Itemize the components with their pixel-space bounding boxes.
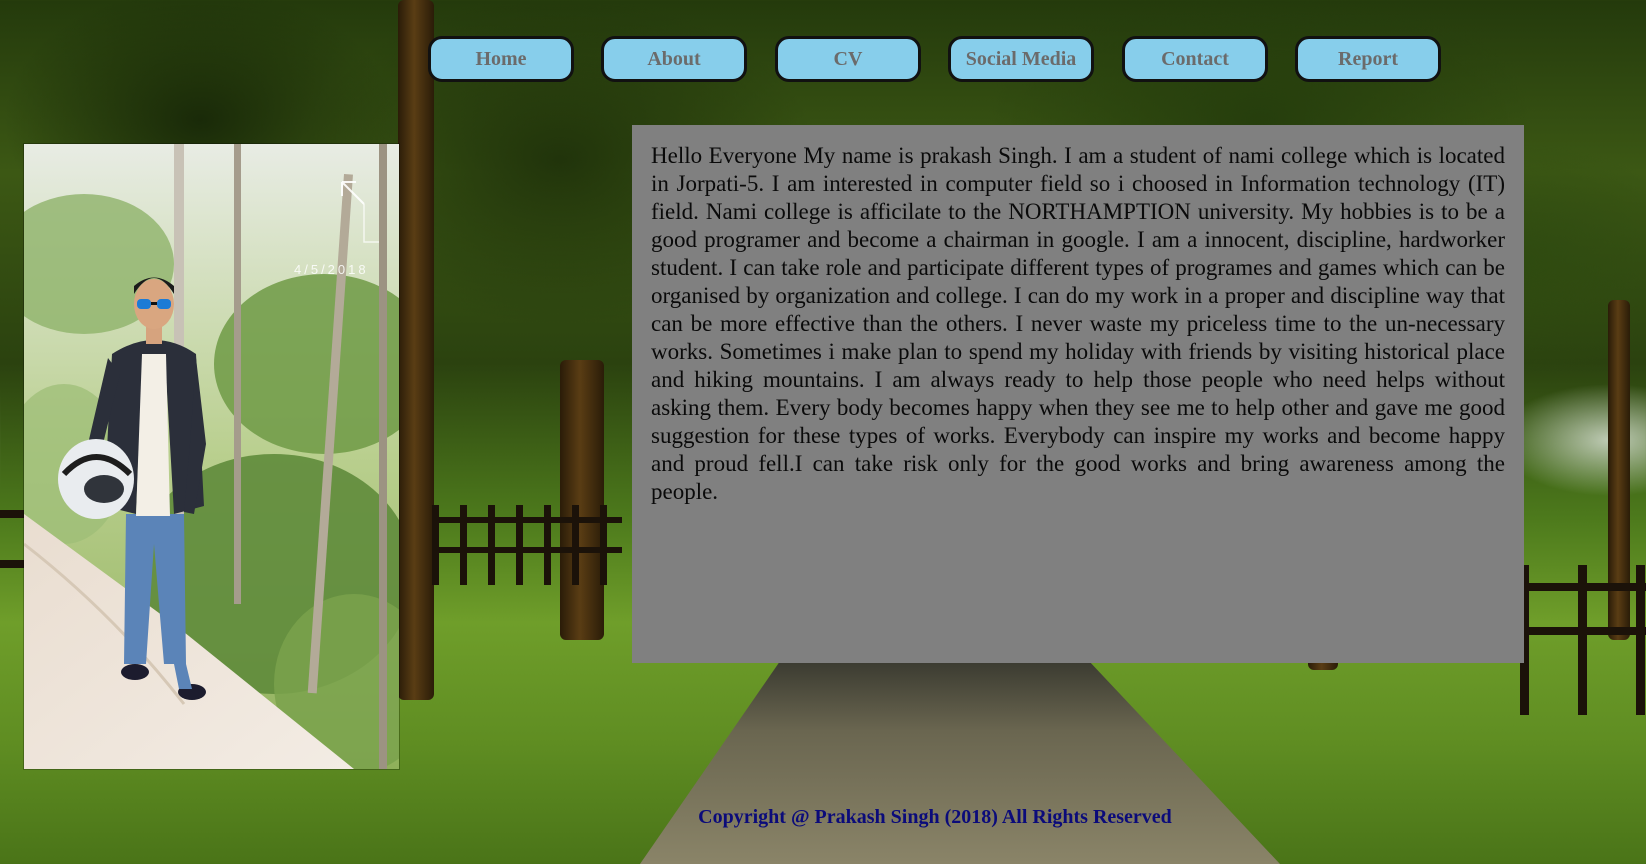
- copyright-footer: Copyright @ Prakash Singh (2018) All Rig…: [698, 806, 1172, 828]
- nav-about-button[interactable]: About: [601, 36, 747, 82]
- about-panel: Hello Everyone My name is prakash Singh.…: [632, 125, 1524, 663]
- about-paragraph: Hello Everyone My name is prakash Singh.…: [651, 143, 1505, 504]
- tree-trunk: [1608, 300, 1630, 640]
- nav-report-button[interactable]: Report: [1295, 36, 1441, 82]
- profile-photo: 4/5/2018: [24, 144, 399, 769]
- fence: [0, 490, 24, 640]
- nav-cv-button[interactable]: CV: [775, 36, 921, 82]
- tree-trunk: [398, 0, 434, 700]
- fence: [432, 505, 622, 585]
- road: [640, 660, 1280, 864]
- nav-home-button[interactable]: Home: [428, 36, 574, 82]
- nav-social-media-button[interactable]: Social Media: [948, 36, 1094, 82]
- fence: [1520, 565, 1646, 715]
- nav-contact-button[interactable]: Contact: [1122, 36, 1268, 82]
- photo-date-stamp: 4/5/2018: [294, 262, 369, 277]
- tree-trunk: [560, 360, 604, 640]
